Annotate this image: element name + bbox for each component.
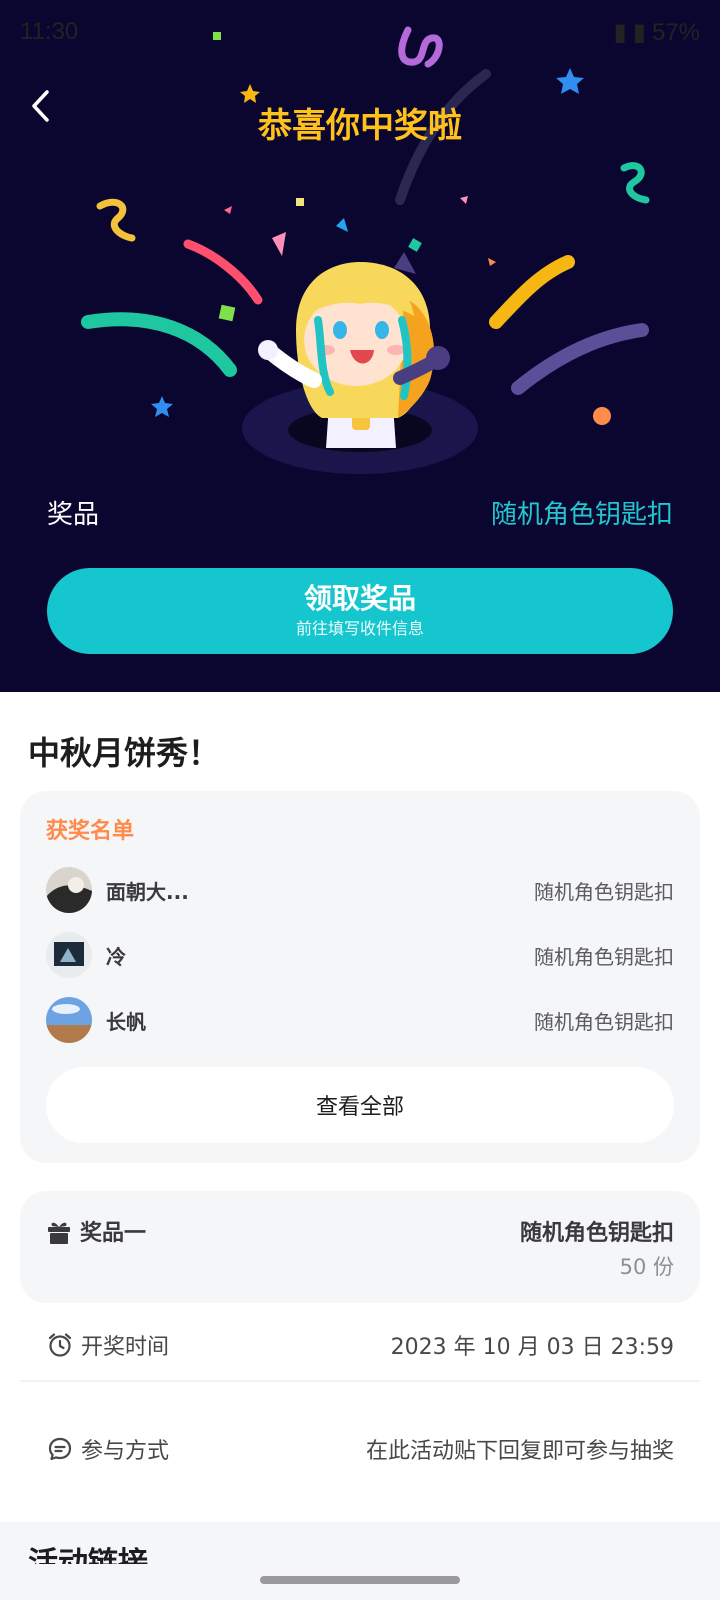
prize-card-name: 随机角色钥匙扣 [519,1221,674,1246]
winners-card: 获奖名单 面朝大... 随机角色钥匙扣 冷 随机角色钥匙扣 长帆 随机角色钥匙扣… [20,791,700,1163]
avatar [46,932,92,978]
winner-row[interactable]: 面朝大... 随机角色钥匙扣 [46,866,674,914]
winner-prize: 随机角色钥匙扣 [534,944,674,969]
prize-card: 奖品一 随机角色钥匙扣 50 份 [20,1191,700,1303]
claim-prize-button[interactable]: 领取奖品 前往填写收件信息 [47,568,673,654]
status-bar: 11:30 ▮ ▮ 57% [0,0,720,64]
winner-name: 长帆 [106,1009,146,1034]
winner-prize: 随机角色钥匙扣 [534,879,674,904]
section-heading-links: 活动链接 [28,1546,148,1564]
avatar [46,997,92,1043]
prize-row: 奖品 随机角色钥匙扣 [47,490,673,534]
prize-label: 奖品 [47,499,100,530]
gift-icon [48,1222,70,1244]
divider [20,1380,700,1382]
status-icons: ▮ ▮ 57% [614,18,700,47]
view-all-button[interactable]: 查看全部 [46,1067,674,1143]
chat-bubble-icon [48,1437,72,1461]
participation-value: 在此活动贴下回复即可参与抽奖 [365,1439,674,1464]
winner-prize: 随机角色钥匙扣 [534,1009,674,1034]
prize-card-count: 50 份 [619,1255,674,1279]
congrats-title: 恭喜你中奖啦 [258,106,462,146]
claim-button-label: 领取奖品 [303,582,416,615]
winner-row[interactable]: 冷 随机角色钥匙扣 [46,931,674,979]
alarm-clock-icon [48,1333,72,1357]
hero-banner: 11:30 ▮ ▮ 57% 恭喜你中奖啦 奖品 随机角色钥匙扣 领取奖品 前往填… [0,0,720,692]
draw-time-value: 2023 年 10 月 03 日 23:59 [390,1335,674,1360]
draw-time-row: 开奖时间 2023 年 10 月 03 日 23:59 [20,1310,700,1380]
home-indicator[interactable] [260,1576,460,1584]
battery-percent: 57% [651,18,700,46]
prize-value: 随机角色钥匙扣 [490,499,673,530]
winner-row[interactable]: 长帆 随机角色钥匙扣 [46,996,674,1044]
prize-card-label: 奖品一 [80,1221,147,1246]
winners-heading: 获奖名单 [46,819,135,844]
battery-icon: ▮ [632,19,646,46]
event-details: 中秋月饼秀！ 获奖名单 面朝大... 随机角色钥匙扣 冷 随机角色钥匙扣 长帆 … [0,692,720,1522]
participation-row: 参与方式 在此活动贴下回复即可参与抽奖 [20,1414,700,1484]
status-time: 11:30 [20,18,79,45]
signal-icon: ▮ [613,19,627,46]
draw-time-label: 开奖时间 [81,1335,170,1360]
claim-button-sublabel: 前往填写收件信息 [295,619,424,638]
winner-name: 面朝大... [106,879,189,904]
avatar [46,867,92,913]
event-title: 中秋月饼秀！ [28,734,221,772]
participation-label: 参与方式 [81,1439,170,1464]
winner-name: 冷 [106,944,126,969]
